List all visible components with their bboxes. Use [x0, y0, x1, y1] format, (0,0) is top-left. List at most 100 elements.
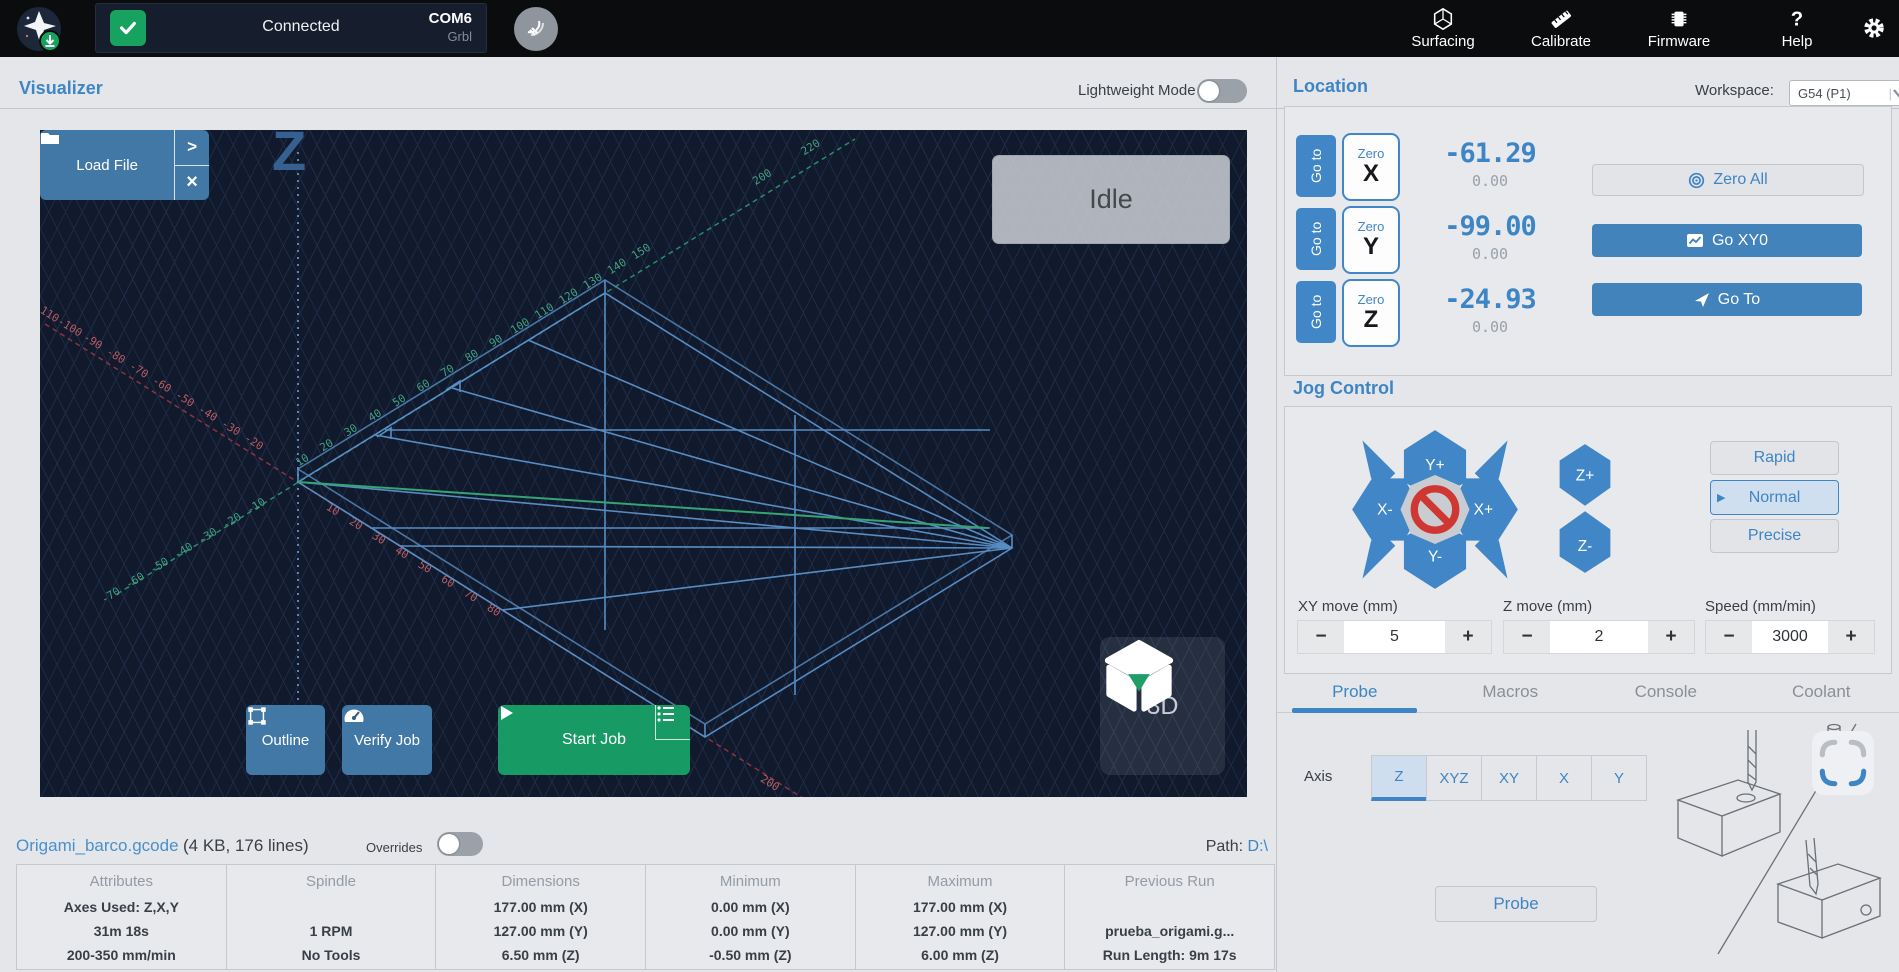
app-logo-icon[interactable] [15, 5, 63, 53]
nav-calibrate-label: Calibrate [1531, 33, 1591, 50]
workspace-label: Workspace: [1695, 82, 1774, 99]
job-list-icon[interactable] [655, 705, 690, 740]
zero-x-button[interactable]: Zero X [1342, 133, 1400, 201]
tab-macros[interactable]: Macros [1433, 682, 1589, 710]
speed-input[interactable] [1752, 621, 1828, 653]
zero-z-button[interactable]: Zero Z [1342, 279, 1400, 347]
zero-label: Zero [1358, 147, 1385, 161]
stats-cell: 177.00 mm (X) [856, 895, 1065, 919]
workspace-select[interactable]: G54 (P1) | [1789, 80, 1899, 106]
speed-decrement[interactable]: − [1706, 621, 1752, 653]
go-xy0-button[interactable]: Go XY0 [1592, 224, 1862, 257]
z-axis-label: Z [272, 130, 306, 182]
jog-xy-sw-button[interactable] [1362, 535, 1395, 578]
stats-cell: -0.50 mm (Z) [646, 943, 855, 967]
goto-y-button[interactable]: Go to [1296, 208, 1336, 270]
speed-label: Speed (mm/min) [1705, 598, 1816, 615]
xy-move-input[interactable] [1344, 621, 1445, 653]
probe-axis-xy[interactable]: XY [1481, 755, 1537, 801]
z-secondary-value: 0.00 [1410, 318, 1570, 336]
zero-all-button[interactable]: Zero All [1592, 164, 1864, 196]
svg-text:200: 200 [750, 166, 774, 188]
overrides-label: Overrides [366, 840, 422, 855]
svg-text:140: 140 [605, 256, 629, 278]
stats-header: Maximum [856, 873, 1065, 890]
path-value-link[interactable]: D:\ [1248, 838, 1268, 855]
jog-preset-precise[interactable]: Precise [1710, 519, 1839, 553]
z-move-increment[interactable]: + [1648, 621, 1694, 653]
svg-text:?: ? [1791, 8, 1803, 30]
probe-axis-xyz[interactable]: XYZ [1426, 755, 1482, 801]
probe-axis-x[interactable]: X [1536, 755, 1592, 801]
stats-header: Minimum [646, 873, 855, 890]
zero-y-button[interactable]: Zero Y [1342, 206, 1400, 274]
goto-x-button[interactable]: Go to [1296, 135, 1336, 197]
goto-z-button[interactable]: Go to [1296, 281, 1336, 343]
file-path: Path: D:\ [1040, 838, 1268, 856]
file-name-link[interactable]: Origami_barco.gcode [16, 836, 179, 855]
probe-axis-y[interactable]: Y [1591, 755, 1647, 801]
outline-button[interactable]: Outline [246, 705, 325, 775]
nav-help[interactable]: ? Help [1755, 7, 1839, 50]
stats-cell [1065, 895, 1274, 919]
overrides-toggle[interactable] [437, 832, 483, 856]
jog-preset-rapid[interactable]: Rapid [1710, 441, 1839, 475]
gcode-wireframe [298, 280, 1012, 737]
y-minus-label: Y- [1428, 548, 1442, 565]
connected-check-icon [110, 10, 146, 46]
connection-widget[interactable]: Connected COM6 Grbl [95, 3, 487, 53]
tab-probe[interactable]: Probe [1277, 682, 1433, 710]
jog-xy-nw-button[interactable] [1362, 440, 1395, 483]
svg-text:130: 130 [581, 271, 605, 293]
jog-preset-normal[interactable]: ▶ Normal [1710, 480, 1839, 515]
stats-cell [227, 895, 436, 919]
xy-move-decrement[interactable]: − [1298, 621, 1344, 653]
nav-calibrate[interactable]: Calibrate [1519, 7, 1603, 50]
axis-letter: Z [1364, 307, 1379, 333]
jog-xy-se-button[interactable] [1475, 535, 1508, 578]
go-to-button[interactable]: Go To [1592, 283, 1862, 316]
nav-help-label: Help [1782, 33, 1813, 50]
z-minus-label: Z- [1578, 538, 1593, 555]
nav-firmware[interactable]: Firmware [1637, 7, 1721, 50]
machine-state-badge: Idle [992, 155, 1230, 244]
start-job-button[interactable]: Start Job [498, 705, 690, 775]
stats-cell: Run Length: 9m 17s [1065, 943, 1274, 967]
tool-tabs: Probe Macros Console Coolant [1277, 682, 1899, 710]
workspace-value: G54 (P1) [1798, 86, 1851, 101]
stats-col-minimum: Minimum 0.00 mm (X) 0.00 mm (Y) -0.50 mm… [646, 865, 856, 969]
probe-button[interactable]: Probe [1435, 886, 1597, 922]
touch-plate-corner-icon[interactable] [1812, 731, 1874, 795]
lightweight-mode-toggle[interactable] [1197, 79, 1247, 103]
location-title: Location [1293, 76, 1368, 97]
nav-surfacing-label: Surfacing [1411, 33, 1474, 50]
zero-label: Zero [1358, 220, 1385, 234]
xy-move-increment[interactable]: + [1445, 621, 1491, 653]
z-move-input[interactable] [1550, 621, 1648, 653]
unlock-button[interactable] [514, 7, 558, 51]
probe-axis-z[interactable]: Z [1371, 755, 1427, 801]
visualizer-canvas[interactable]: Z -110-100-90-80-70-60-50-40-30-20102030… [40, 130, 1247, 797]
settings-button[interactable] [1861, 15, 1887, 46]
speed-stepper: − + [1705, 620, 1875, 654]
svg-text:100: 100 [508, 315, 532, 337]
tab-console[interactable]: Console [1588, 682, 1744, 710]
svg-text:-70: -70 [99, 585, 123, 607]
jog-preset-normal-label: Normal [1749, 489, 1801, 507]
help-icon: ? [1785, 7, 1809, 31]
folder-icon [40, 130, 60, 146]
tab-coolant[interactable]: Coolant [1744, 682, 1899, 710]
svg-text:-100: -100 [55, 314, 84, 339]
view-mode-cube[interactable]: 3D [1100, 637, 1225, 775]
speed-increment[interactable]: + [1828, 621, 1874, 653]
firmware-name: Grbl [429, 29, 472, 45]
jog-xy-ne-button[interactable] [1475, 440, 1508, 483]
play-icon [498, 705, 514, 721]
verify-job-button[interactable]: Verify Job [342, 705, 432, 775]
nav-surfacing[interactable]: Surfacing [1401, 7, 1485, 50]
y-plus-label: Y+ [1425, 457, 1444, 474]
unlock-icon [524, 17, 548, 41]
paper-plane-icon [1694, 292, 1710, 308]
stats-col-attributes: Attributes Axes Used: Z,X,Y 31m 18s 200-… [17, 865, 227, 969]
z-move-decrement[interactable]: − [1504, 621, 1550, 653]
